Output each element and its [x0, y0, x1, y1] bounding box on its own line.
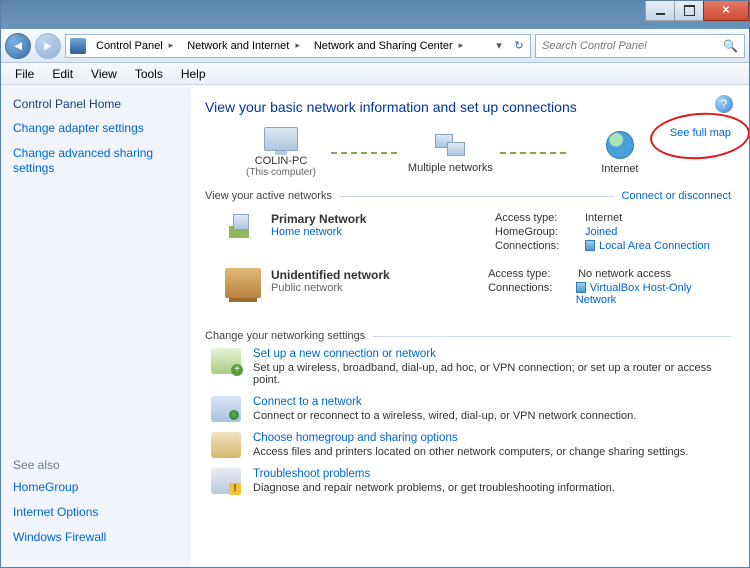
network-map: COLIN-PC (This computer) Multiple networ… — [235, 127, 731, 178]
see-also-firewall[interactable]: Windows Firewall — [13, 530, 179, 545]
maximize-button[interactable] — [674, 1, 704, 21]
see-also-homegroup[interactable]: HomeGroup — [13, 480, 179, 495]
multi-network-icon — [433, 132, 467, 158]
sidebar-change-sharing[interactable]: Change advanced sharing settings — [13, 146, 179, 176]
menu-bar: File Edit View Tools Help — [1, 63, 749, 85]
menu-help[interactable]: Help — [173, 65, 214, 83]
network-name: Primary Network — [271, 212, 366, 226]
prop-value: No network access — [578, 268, 671, 280]
address-dropdown-icon[interactable]: ▾ — [490, 39, 508, 52]
search-input[interactable] — [542, 40, 723, 52]
prop-key: Connections: — [495, 240, 585, 252]
map-node-internet[interactable]: Internet — [574, 131, 666, 175]
see-full-map-link[interactable]: See full map — [670, 127, 731, 139]
main-content: ? View your basic network information an… — [191, 85, 749, 567]
search-box[interactable]: 🔍 — [535, 34, 745, 58]
nic-icon — [585, 240, 595, 251]
menu-file[interactable]: File — [7, 65, 42, 83]
network-type-label: Public network — [271, 282, 390, 294]
map-node1-label: COLIN-PC — [255, 155, 308, 167]
troubleshoot-icon — [211, 468, 241, 494]
crumb-control-panel[interactable]: Control Panel — [88, 35, 179, 57]
map-node2-label: Multiple networks — [408, 162, 493, 174]
window-titlebar — [1, 1, 749, 29]
task-title: Troubleshoot problems — [253, 468, 615, 480]
connect-disconnect-link[interactable]: Connect or disconnect — [622, 190, 731, 202]
menu-tools[interactable]: Tools — [127, 65, 171, 83]
refresh-button[interactable]: ↻ — [508, 39, 530, 52]
nic-icon — [576, 282, 586, 293]
homegroup-link[interactable]: Joined — [585, 226, 617, 238]
prop-key: Connections: — [488, 282, 576, 306]
task-homegroup[interactable]: Choose homegroup and sharing options Acce… — [211, 432, 731, 458]
task-desc: Connect or reconnect to a wireless, wire… — [253, 410, 636, 422]
connect-icon — [211, 396, 241, 422]
task-desc: Set up a wireless, broadband, dial-up, a… — [253, 362, 731, 386]
connection-link[interactable]: Local Area Connection — [585, 240, 710, 252]
map-node-this-pc[interactable]: COLIN-PC (This computer) — [235, 127, 327, 178]
network-name: Unidentified network — [271, 268, 390, 282]
network-row-unidentified: Unidentified network Public network Acce… — [205, 264, 731, 318]
public-network-icon — [225, 268, 261, 298]
location-icon — [70, 38, 86, 54]
network-type-link[interactable]: Home network — [271, 226, 366, 238]
task-setup-connection[interactable]: Set up a new connection or network Set up… — [211, 348, 731, 386]
map-node-networks[interactable]: Multiple networks — [404, 132, 496, 174]
control-panel-home-link[interactable]: Control Panel Home — [13, 97, 179, 111]
menu-edit[interactable]: Edit — [44, 65, 81, 83]
task-title: Set up a new connection or network — [253, 348, 731, 360]
search-icon[interactable]: 🔍 — [723, 39, 738, 53]
help-icon[interactable]: ? — [715, 95, 733, 113]
home-network-icon — [225, 212, 261, 242]
close-button[interactable] — [703, 1, 749, 21]
map-connector — [331, 152, 400, 154]
prop-key: HomeGroup: — [495, 226, 585, 238]
computer-icon — [264, 127, 298, 151]
prop-value: Internet — [585, 212, 622, 224]
see-also-internet-options[interactable]: Internet Options — [13, 505, 179, 520]
prop-key: Access type: — [488, 268, 578, 280]
globe-icon — [606, 131, 634, 159]
homegroup-icon — [211, 432, 241, 458]
network-row-primary: Primary Network Home network Access type… — [205, 208, 731, 264]
page-heading: View your basic network information and … — [205, 99, 731, 115]
map-node1-sub: (This computer) — [246, 167, 316, 178]
left-sidebar: Control Panel Home Change adapter settin… — [1, 85, 191, 567]
task-connect-network[interactable]: Connect to a network Connect or reconnect… — [211, 396, 731, 422]
change-settings-label: Change your networking settings — [205, 330, 365, 342]
minimize-button[interactable] — [645, 1, 675, 21]
address-breadcrumb[interactable]: Control Panel Network and Internet Netwo… — [65, 34, 531, 58]
active-networks-label: View your active networks — [205, 190, 332, 202]
nav-toolbar: ◄ ► Control Panel Network and Internet N… — [1, 29, 749, 63]
task-desc: Access files and printers located on oth… — [253, 446, 688, 458]
crumb-network-internet[interactable]: Network and Internet — [179, 35, 306, 57]
task-title: Choose homegroup and sharing options — [253, 432, 688, 444]
task-title: Connect to a network — [253, 396, 636, 408]
map-node3-label: Internet — [601, 163, 638, 175]
connection-link[interactable]: VirtualBox Host-Only Network — [576, 282, 731, 306]
task-troubleshoot[interactable]: Troubleshoot problems Diagnose and repair… — [211, 468, 731, 494]
setup-icon — [211, 348, 241, 374]
back-button[interactable]: ◄ — [5, 33, 31, 59]
crumb-sharing-center[interactable]: Network and Sharing Center — [306, 35, 469, 57]
menu-view[interactable]: View — [83, 65, 125, 83]
see-also-label: See also — [13, 458, 179, 472]
prop-key: Access type: — [495, 212, 585, 224]
forward-button[interactable]: ► — [35, 33, 61, 59]
task-desc: Diagnose and repair network problems, or… — [253, 482, 615, 494]
sidebar-change-adapter[interactable]: Change adapter settings — [13, 121, 179, 136]
map-connector — [500, 152, 569, 154]
